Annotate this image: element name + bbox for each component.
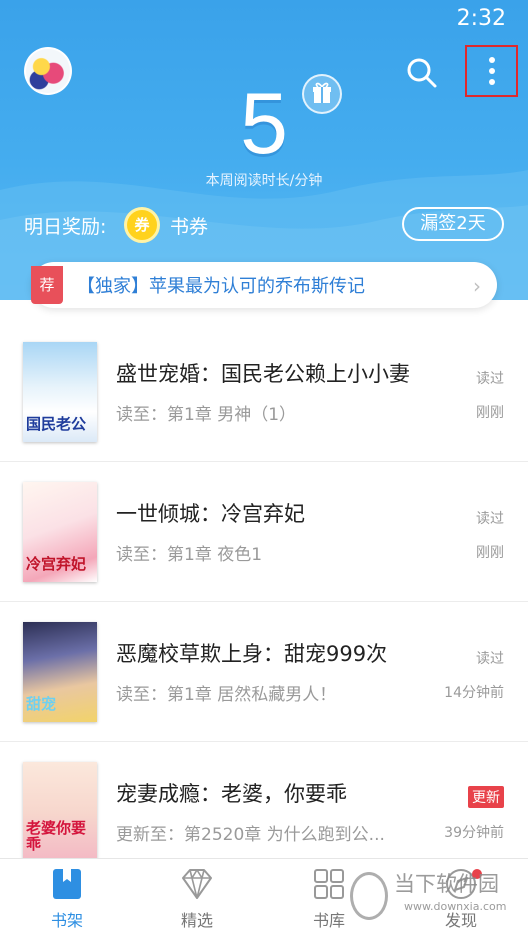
watermark-logo-icon [350, 872, 388, 920]
tab-label: 精选 [180, 911, 213, 930]
tab-featured[interactable]: 精选 [152, 867, 242, 939]
tomorrow-reward-label: 明日奖励: [24, 216, 107, 238]
grid-icon [314, 869, 344, 899]
book-progress: 读至：第1章 居然私藏男人！ [116, 685, 337, 705]
book-progress: 更新至：第2520章 为什么跑到公... [116, 825, 385, 845]
watermark-text: 当下软件园 [394, 872, 499, 896]
book-cover[interactable]: 冷宫弃妃 [23, 482, 97, 582]
recommend-text[interactable]: 【独家】苹果最为认可的乔布斯传记 [77, 272, 365, 298]
bookshelf-list: 国民老公 盛世宠婚：国民老公赖上小小妻 读至：第1章 男神（1） 读过 刚刚 冷… [0, 322, 528, 882]
read-time: 刚刚 [476, 405, 504, 421]
read-time: 14分钟前 [444, 685, 504, 701]
gift-icon[interactable] [302, 74, 342, 114]
read-time: 39分钟前 [444, 825, 504, 841]
missed-checkin-button[interactable]: 漏签2天 [402, 207, 504, 241]
list-item[interactable]: 甜宠 恶魔校草欺上身：甜宠999次 读至：第1章 居然私藏男人！ 读过 14分钟… [0, 602, 528, 742]
book-cover[interactable]: 甜宠 [23, 622, 97, 722]
site-watermark: 当下软件园 www.downxia.com [346, 864, 516, 934]
reading-header: 2:32 5 本周阅读时长/分钟 明日奖励: 券 书券 漏签2天 [0, 0, 528, 300]
coupon-icon: 券 [124, 207, 160, 243]
list-item[interactable]: 国民老公 盛世宠婚：国民老公赖上小小妻 读至：第1章 男神（1） 读过 刚刚 [0, 322, 528, 462]
diamond-icon [182, 869, 212, 899]
book-cover[interactable]: 老婆你要乖 [23, 762, 97, 862]
read-status: 读过 [476, 651, 504, 667]
status-bar-time: 2:32 [456, 6, 506, 31]
weekly-reading-label: 本周阅读时长/分钟 [205, 173, 323, 189]
book-title: 盛世宠婚：国民老公赖上小小妻 [116, 362, 410, 386]
chevron-right-icon: › [473, 274, 481, 298]
read-status: 读过 [476, 511, 504, 527]
reward-value: 书券 [170, 216, 209, 238]
recommend-banner[interactable]: 荐 【独家】苹果最为认可的乔布斯传记 › [31, 262, 497, 308]
book-title: 宠妻成瘾：老婆，你要乖 [116, 782, 347, 806]
book-cover[interactable]: 国民老公 [23, 342, 97, 442]
book-title: 恶魔校草欺上身：甜宠999次 [116, 642, 388, 666]
list-item[interactable]: 冷宫弃妃 一世倾城：冷宫弃妃 读至：第1章 夜色1 读过 刚刚 [0, 462, 528, 602]
book-title: 一世倾城：冷宫弃妃 [116, 502, 305, 526]
read-status: 读过 [476, 371, 504, 387]
book-progress: 读至：第1章 男神（1） [116, 405, 297, 425]
tab-label: 书架 [50, 911, 83, 930]
tab-bookshelf[interactable]: 书架 [22, 867, 112, 939]
bookshelf-icon [53, 869, 81, 899]
recommend-tag: 荐 [31, 266, 63, 304]
read-time: 刚刚 [476, 545, 504, 561]
update-badge: 更新 [468, 786, 504, 808]
weekly-reading-minutes: 5 [240, 76, 288, 172]
watermark-url: www.downxia.com [404, 900, 507, 913]
book-progress: 读至：第1章 夜色1 [116, 545, 263, 565]
